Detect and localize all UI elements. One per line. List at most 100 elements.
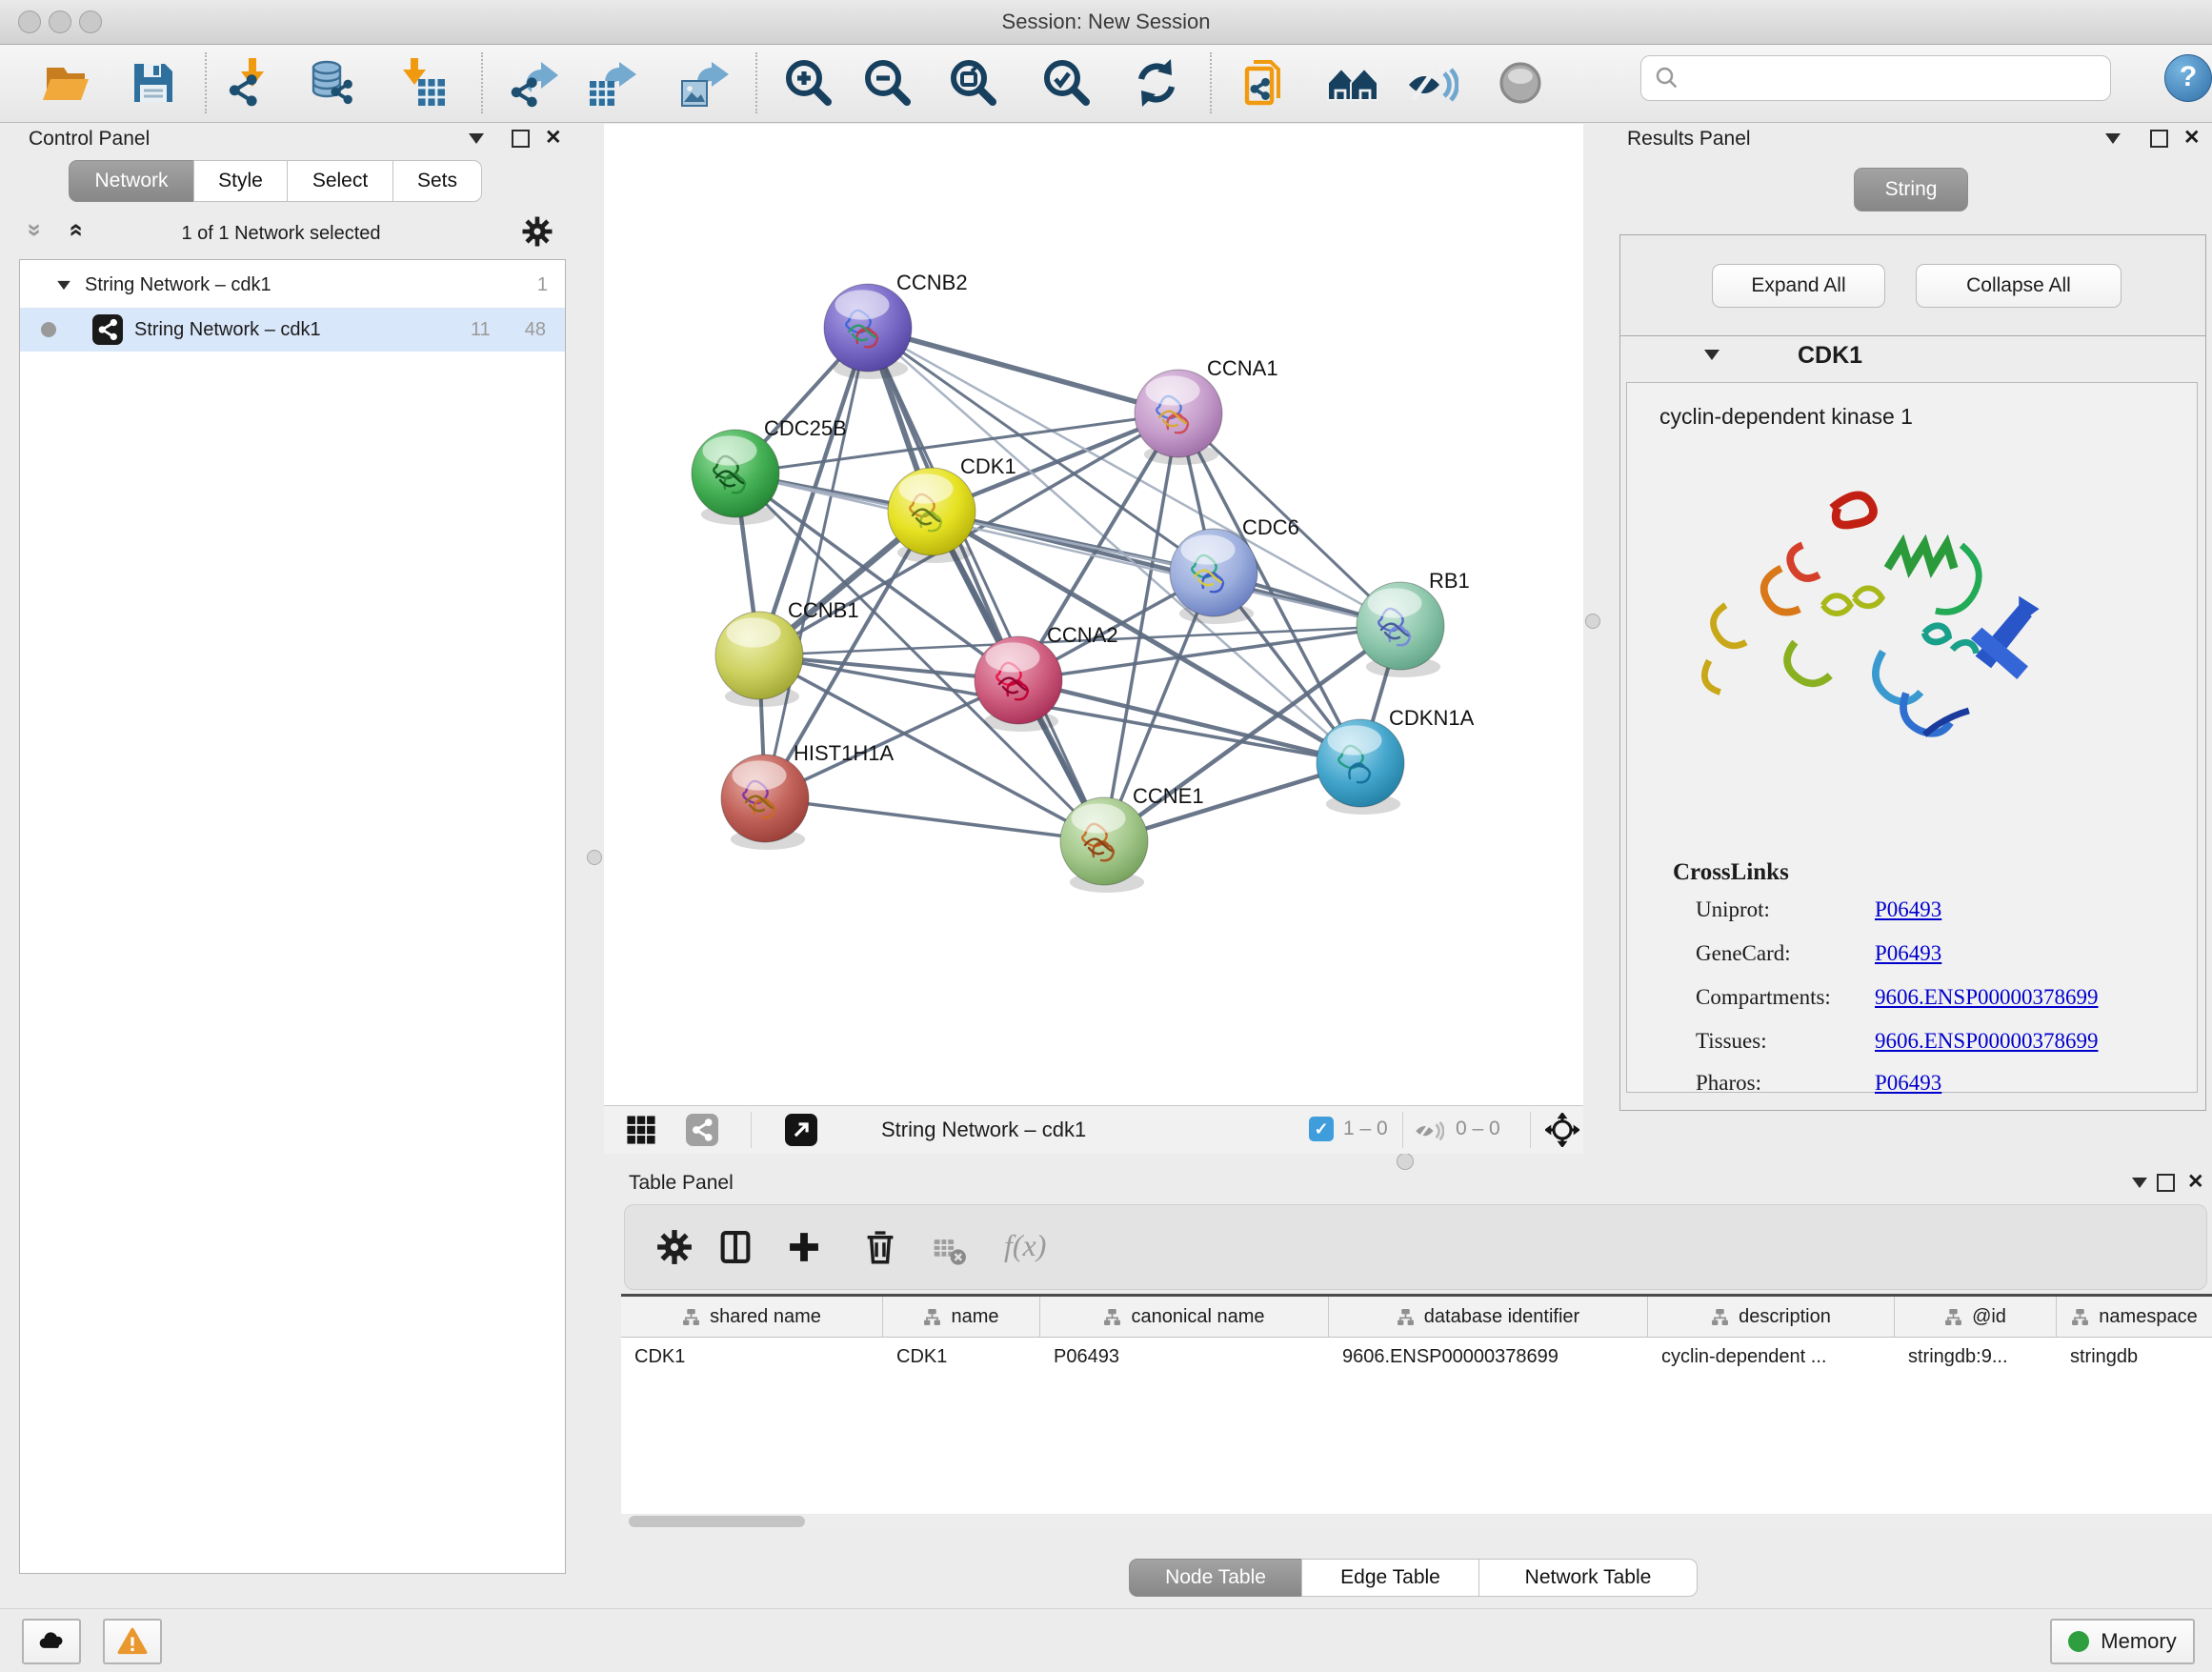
column-header[interactable]: description (1648, 1297, 1895, 1338)
column-namespace-icon (1397, 1308, 1415, 1326)
network-collection-row[interactable]: String Network – cdk1 1 (20, 264, 565, 306)
crosslink-uniprot-link[interactable]: P06493 (1875, 897, 1941, 922)
export-network-icon[interactable] (507, 56, 560, 110)
share-document-icon[interactable] (1240, 56, 1294, 110)
zoom-out-icon[interactable] (861, 56, 915, 110)
node-CCNA1[interactable] (1135, 370, 1222, 457)
delete-table-icon[interactable] (932, 1232, 968, 1268)
export-image-icon[interactable] (678, 56, 732, 110)
cell-namespace[interactable]: stringdb (2057, 1338, 2212, 1376)
zoom-fit-icon[interactable] (947, 56, 1000, 110)
table-horizontal-scrollbar[interactable] (621, 1515, 2212, 1528)
export-table-icon[interactable] (586, 56, 639, 110)
results-panel-menu-icon[interactable] (2105, 133, 2121, 144)
bottom-splitter-handle[interactable] (1397, 1153, 1414, 1170)
zoom-selected-icon[interactable] (1040, 56, 1094, 110)
control-panel-close-icon[interactable]: ✕ (545, 126, 562, 150)
tab-node-table[interactable]: Node Table (1129, 1559, 1302, 1597)
table-panel-menu-icon[interactable] (2132, 1178, 2147, 1188)
zoom-in-icon[interactable] (782, 56, 835, 110)
cdk1-collapse-icon[interactable] (1704, 350, 1719, 360)
show-eye-icon[interactable] (1495, 56, 1548, 110)
collapse-all-button[interactable]: Collapse All (1916, 264, 2122, 308)
table-panel-float-icon[interactable] (2157, 1174, 2175, 1192)
node-CDK1[interactable] (888, 468, 975, 555)
tab-string-results[interactable]: String (1854, 168, 1968, 212)
delete-column-trash-icon[interactable] (859, 1226, 901, 1268)
crosslink-tissues-link[interactable]: 9606.ENSP00000378699 (1875, 1029, 2099, 1054)
cell-name[interactable]: CDK1 (883, 1338, 1040, 1376)
network-graph[interactable]: CCNB2CCNA1CDC25BCDK1CDC6RB1CCNB1CCNA2CDK… (604, 124, 1583, 1105)
node-CCNB1[interactable] (715, 612, 803, 699)
cell-description[interactable]: cyclin-dependent ... (1648, 1338, 1895, 1376)
table-scrollbar-thumb[interactable] (629, 1516, 805, 1527)
table-panel-close-icon[interactable]: ✕ (2187, 1170, 2204, 1194)
table-row[interactable]: CDK1 CDK1 P06493 9606.ENSP00000378699 cy… (621, 1338, 2212, 1376)
node-RB1[interactable] (1357, 582, 1444, 670)
column-header[interactable]: database identifier (1329, 1297, 1648, 1338)
refresh-icon[interactable] (1130, 56, 1183, 110)
expand-all-button[interactable]: Expand All (1712, 264, 1885, 308)
network-options-gear-icon[interactable] (519, 213, 555, 250)
network-canvas[interactable]: CCNB2CCNA1CDC25BCDK1CDC6RB1CCNB1CCNA2CDK… (604, 124, 1583, 1105)
warning-button[interactable] (103, 1619, 162, 1664)
cell-canonical-name[interactable]: P06493 (1040, 1338, 1329, 1376)
control-panel-float-icon[interactable] (512, 130, 530, 148)
column-header[interactable]: shared name (621, 1297, 883, 1338)
help-button[interactable]: ? (2164, 54, 2212, 102)
column-header[interactable]: @id (1895, 1297, 2057, 1338)
results-panel-float-icon[interactable] (2150, 130, 2168, 148)
collection-expand-icon[interactable] (57, 280, 70, 289)
function-builder-icon[interactable]: f(x) (1004, 1228, 1046, 1263)
tab-style[interactable]: Style (193, 160, 288, 202)
table-settings-gear-icon[interactable] (654, 1226, 695, 1268)
crosslink-genecard-link[interactable]: P06493 (1875, 941, 1941, 966)
grid-view-icon[interactable] (625, 1114, 657, 1146)
add-column-icon[interactable] (783, 1226, 825, 1268)
network-row-selected[interactable]: String Network – cdk1 11 48 (20, 308, 565, 352)
home-pages-icon[interactable] (1326, 56, 1379, 110)
collapse-all-networks-icon[interactable]: » (21, 223, 50, 236)
show-columns-icon[interactable] (714, 1226, 756, 1268)
node-CCNE1[interactable] (1060, 797, 1148, 885)
search-input[interactable] (1687, 58, 2110, 98)
crosslink-compartments-link[interactable]: 9606.ENSP00000378699 (1875, 985, 2099, 1010)
control-panel-menu-icon[interactable] (469, 133, 484, 144)
results-panel-close-icon[interactable]: ✕ (2183, 126, 2201, 150)
node-CDC25B[interactable] (692, 430, 779, 517)
node-CDC6[interactable] (1170, 529, 1257, 616)
import-network-file-icon[interactable] (224, 56, 277, 110)
search-box[interactable] (1640, 55, 2111, 101)
tab-sets[interactable]: Sets (392, 160, 482, 202)
column-header[interactable]: namespace (2057, 1297, 2212, 1338)
import-network-database-icon[interactable] (306, 56, 359, 110)
node-HIST1H1A[interactable] (721, 755, 809, 842)
save-session-icon[interactable] (127, 56, 180, 110)
detach-view-icon[interactable] (785, 1114, 817, 1146)
left-splitter-handle[interactable] (587, 850, 602, 865)
hidden-eye-icon[interactable] (1414, 1115, 1444, 1145)
cell-shared-name[interactable]: CDK1 (621, 1338, 883, 1376)
selected-checkbox[interactable]: ✓ (1309, 1117, 1334, 1141)
import-table-file-icon[interactable] (395, 56, 449, 110)
open-session-icon[interactable] (41, 56, 94, 110)
column-header[interactable]: name (883, 1297, 1040, 1338)
cell-id[interactable]: stringdb:9... (1895, 1338, 2057, 1376)
column-header[interactable]: canonical name (1040, 1297, 1329, 1338)
crosslink-pharos-link[interactable]: P06493 (1875, 1071, 1941, 1096)
string-view-icon[interactable] (686, 1114, 718, 1146)
expand-all-networks-icon[interactable]: « (63, 223, 92, 236)
node-CDKN1A[interactable] (1317, 719, 1404, 807)
tab-network[interactable]: Network (69, 160, 194, 202)
right-splitter-handle[interactable] (1585, 614, 1600, 629)
fit-content-crosshair-icon[interactable] (1545, 1113, 1579, 1147)
hide-eye-waves-icon[interactable] (1405, 56, 1458, 110)
cloud-button[interactable] (22, 1619, 81, 1664)
node-CCNA2[interactable] (975, 636, 1062, 724)
tab-network-table[interactable]: Network Table (1478, 1559, 1698, 1597)
tab-select[interactable]: Select (287, 160, 393, 202)
tab-edge-table[interactable]: Edge Table (1301, 1559, 1479, 1597)
node-CCNB2[interactable] (824, 284, 912, 372)
cell-database-identifier[interactable]: 9606.ENSP00000378699 (1329, 1338, 1648, 1376)
memory-button[interactable]: Memory (2050, 1619, 2195, 1664)
